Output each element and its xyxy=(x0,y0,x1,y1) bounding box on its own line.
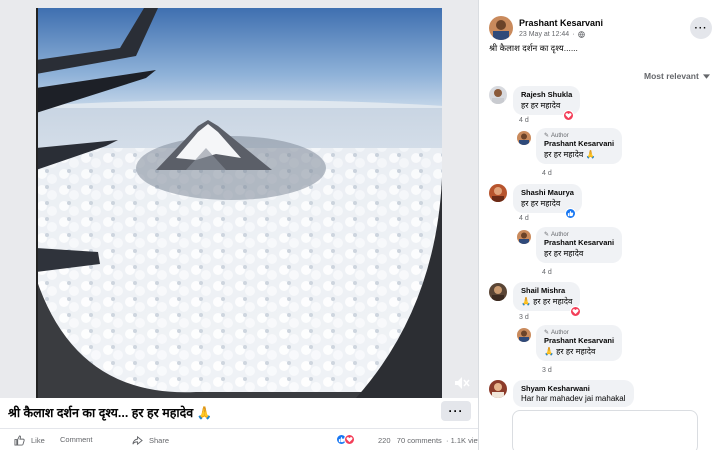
comment-time[interactable]: 4 d xyxy=(519,215,529,222)
comment-count[interactable]: 70 comments xyxy=(397,436,442,445)
avatar[interactable] xyxy=(517,230,531,244)
post-author-name[interactable]: Prashant Kesarvani xyxy=(519,18,603,28)
more-icon: ··· xyxy=(694,22,708,34)
avatar[interactable] xyxy=(489,16,513,40)
author-badge: ✎ Author xyxy=(544,132,614,140)
like-label: Like xyxy=(31,436,45,445)
avatar[interactable] xyxy=(517,328,531,342)
comments-panel: Prashant Kesarvani 23 May at 12:44 · ···… xyxy=(478,0,720,450)
author-badge: ✎ Author xyxy=(544,329,614,337)
comment-button[interactable]: Comment xyxy=(60,435,93,444)
love-reaction-icon[interactable] xyxy=(563,110,574,121)
post-caption: श्री कैलाश दर्शन का दृश्य... हर हर महादे… xyxy=(8,406,213,420)
video-panel xyxy=(0,0,478,398)
comment-bubble: Shail Mishra 🙏 हर हर महादेव xyxy=(513,282,581,311)
comment-author[interactable]: Shail Mishra xyxy=(521,286,572,295)
comment-time[interactable]: 4 d xyxy=(542,269,552,276)
post-date[interactable]: 23 May at 12:44 xyxy=(519,31,569,38)
comment-bubble: Shyam Kesharwani Har har mahadev jai mah… xyxy=(513,380,634,407)
globe-icon xyxy=(577,31,585,38)
love-reaction-icon[interactable] xyxy=(570,306,581,317)
avatar[interactable] xyxy=(489,184,507,202)
avatar[interactable] xyxy=(489,283,507,301)
comment-author[interactable]: Prashant Kesarvani xyxy=(544,336,614,345)
pencil-icon: ✎ xyxy=(544,232,550,238)
video-frame-image xyxy=(36,8,442,398)
author-badge-label: Author xyxy=(551,329,569,336)
comment-input-box[interactable] xyxy=(512,410,698,450)
mute-icon[interactable] xyxy=(454,376,470,390)
comment-author[interactable]: Prashant Kesarvani xyxy=(544,139,614,148)
share-button[interactable]: Share xyxy=(132,435,169,446)
reply-bubble: ✎ Author Prashant Kesarvani हर हर महादेव … xyxy=(536,128,623,164)
share-label: Share xyxy=(149,436,170,445)
author-badge-label: Author xyxy=(551,231,569,238)
sort-label: Most relevant xyxy=(644,71,699,81)
comment-author[interactable]: Shashi Maurya xyxy=(521,188,574,197)
comment-author[interactable]: Rajesh Shukla xyxy=(521,90,572,99)
comment-text: 🙏 हर हर महादेव xyxy=(544,347,596,356)
comment-time[interactable]: 4 d xyxy=(542,170,552,177)
comment-text: हर हर महादेव xyxy=(521,199,561,208)
avatar[interactable] xyxy=(489,380,507,398)
comment-text: Har har mahadev jai mahakal xyxy=(521,394,626,403)
avatar[interactable] xyxy=(517,131,531,145)
video-player[interactable] xyxy=(36,8,442,398)
like-reaction-icon[interactable] xyxy=(565,208,576,219)
comment-author[interactable]: Prashant Kesarvani xyxy=(544,238,614,247)
comment-text: हर हर महादेव xyxy=(544,249,584,258)
post-text: श्री कैलाश दर्शन का दृश्य...... xyxy=(489,43,578,53)
comment-label: Comment xyxy=(60,435,93,444)
author-badge-label: Author xyxy=(551,132,569,139)
pencil-icon: ✎ xyxy=(544,330,550,336)
reply-bubble: ✎ Author Prashant Kesarvani 🙏 हर हर महादे… xyxy=(536,325,623,361)
post-meta: 23 May at 12:44 · xyxy=(519,31,585,38)
comment-text: हर हर महादेव 🙏 xyxy=(544,150,596,159)
like-icon xyxy=(14,435,25,446)
reaction-count: 220 xyxy=(378,436,391,445)
avatar[interactable] xyxy=(489,86,507,104)
comment-time[interactable]: 3 d xyxy=(519,314,529,321)
comment-sort-dropdown[interactable]: Most relevant xyxy=(644,71,710,81)
caption-more-button[interactable]: ··· xyxy=(441,401,471,421)
author-badge: ✎ Author xyxy=(544,231,614,239)
comment-text: 🙏 हर हर महादेव xyxy=(521,297,573,306)
comment-time[interactable]: 3 d xyxy=(542,367,552,374)
comment-time[interactable]: 4 d xyxy=(519,117,529,124)
comment-text: हर हर महादेव xyxy=(521,101,561,110)
post-options-button[interactable]: ··· xyxy=(690,17,712,39)
reaction-summary[interactable] xyxy=(336,434,355,445)
more-icon: ··· xyxy=(448,404,464,418)
reply-bubble: ✎ Author Prashant Kesarvani हर हर महादेव xyxy=(536,227,623,263)
pencil-icon: ✎ xyxy=(544,133,550,139)
share-icon xyxy=(132,435,143,446)
love-reaction-icon xyxy=(344,434,355,445)
caption-row: श्री कैलाश दर्शन का दृश्य... हर हर महादे… xyxy=(0,398,478,426)
comment-author[interactable]: Shyam Kesharwani xyxy=(521,384,626,393)
like-button[interactable]: Like xyxy=(14,435,45,446)
chevron-down-icon xyxy=(702,73,710,79)
post-stats: 220 70 comments · 1.1K views xyxy=(378,436,487,445)
